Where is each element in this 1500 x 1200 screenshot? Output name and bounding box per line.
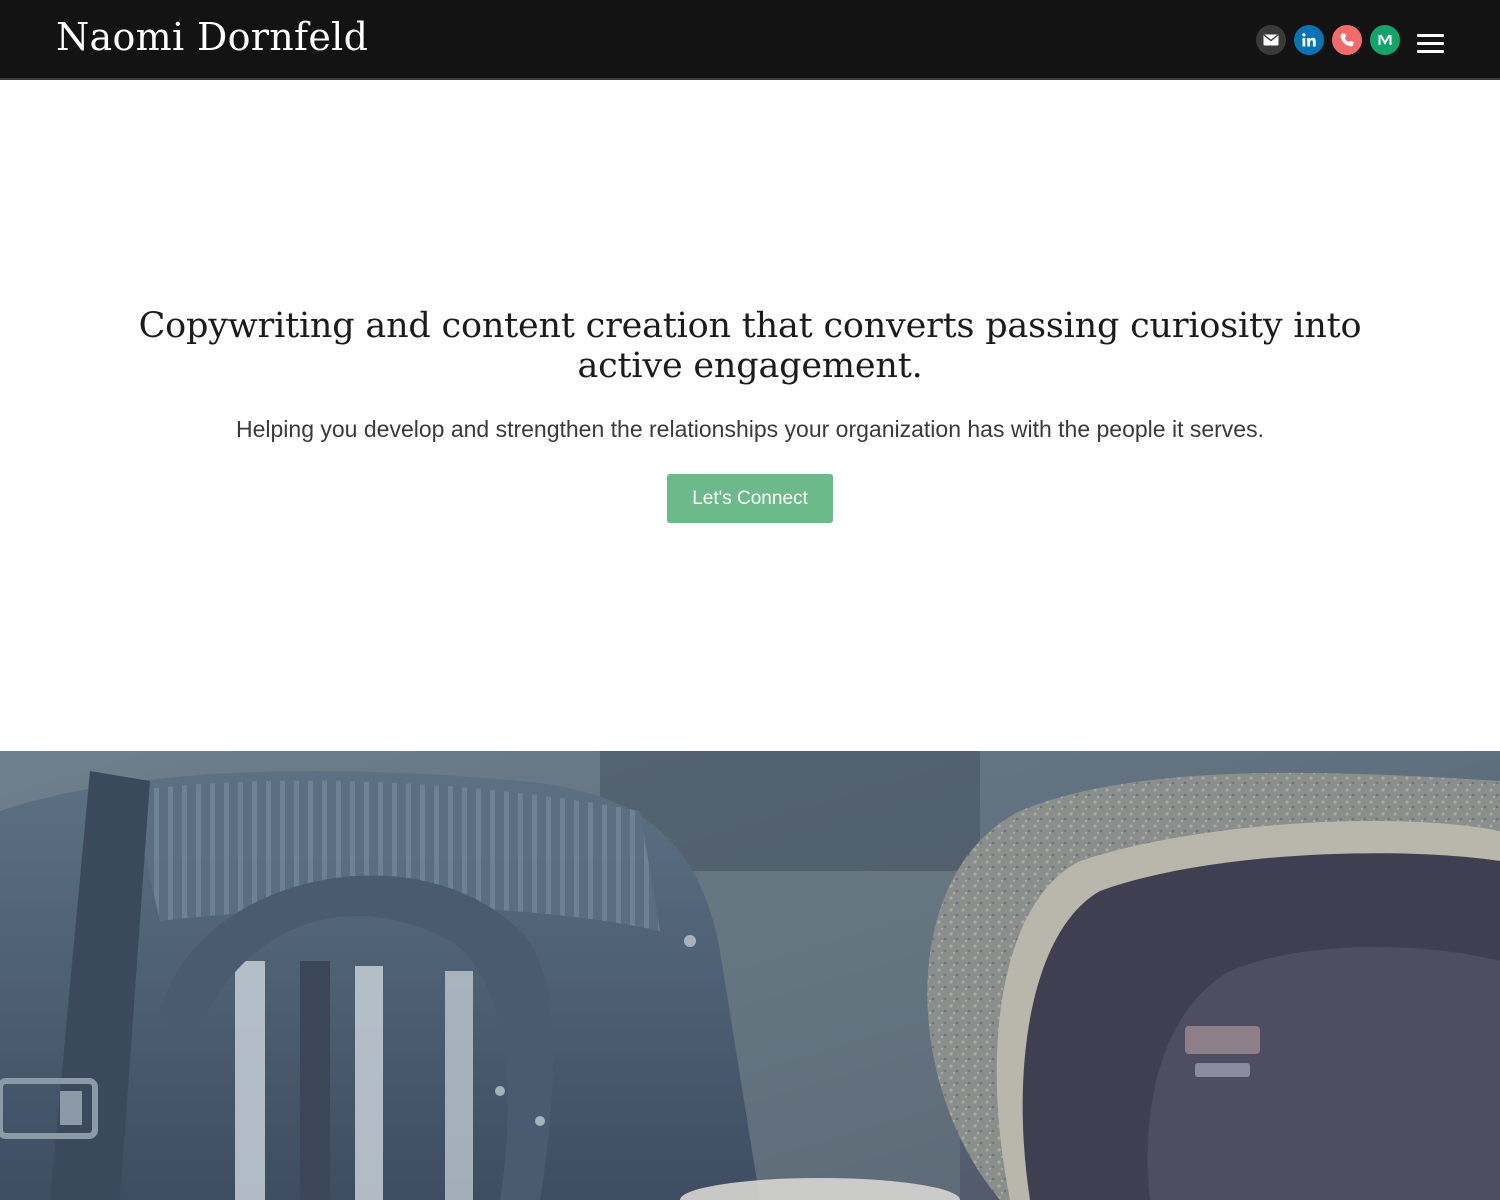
medium-link[interactable] xyxy=(1370,25,1400,55)
lets-connect-button[interactable]: Let's Connect xyxy=(667,474,833,523)
background-photo xyxy=(0,751,1500,1200)
linkedin-icon xyxy=(1301,32,1317,48)
email-link[interactable] xyxy=(1256,25,1286,55)
menu-bar-middle xyxy=(1417,42,1444,45)
email-icon xyxy=(1263,34,1279,46)
hero-subheadline: Helping you develop and strengthen the r… xyxy=(236,416,1264,442)
menu-bar-top xyxy=(1417,34,1444,37)
site-brand-name[interactable]: Naomi Dornfeld xyxy=(56,12,368,62)
site-header: Naomi Dornfeld xyxy=(0,0,1500,80)
hero-headline: Copywriting and content creation that co… xyxy=(138,306,1362,386)
medium-icon xyxy=(1377,33,1393,47)
hero-section: Copywriting and content creation that co… xyxy=(0,80,1500,751)
phone-icon xyxy=(1339,32,1355,48)
menu-bar-bottom xyxy=(1417,50,1444,53)
hamburger-menu-icon[interactable] xyxy=(1417,31,1445,53)
phone-link[interactable] xyxy=(1332,25,1362,55)
linkedin-link[interactable] xyxy=(1294,25,1324,55)
leather-jacket-helmet-photo xyxy=(0,751,1500,1200)
